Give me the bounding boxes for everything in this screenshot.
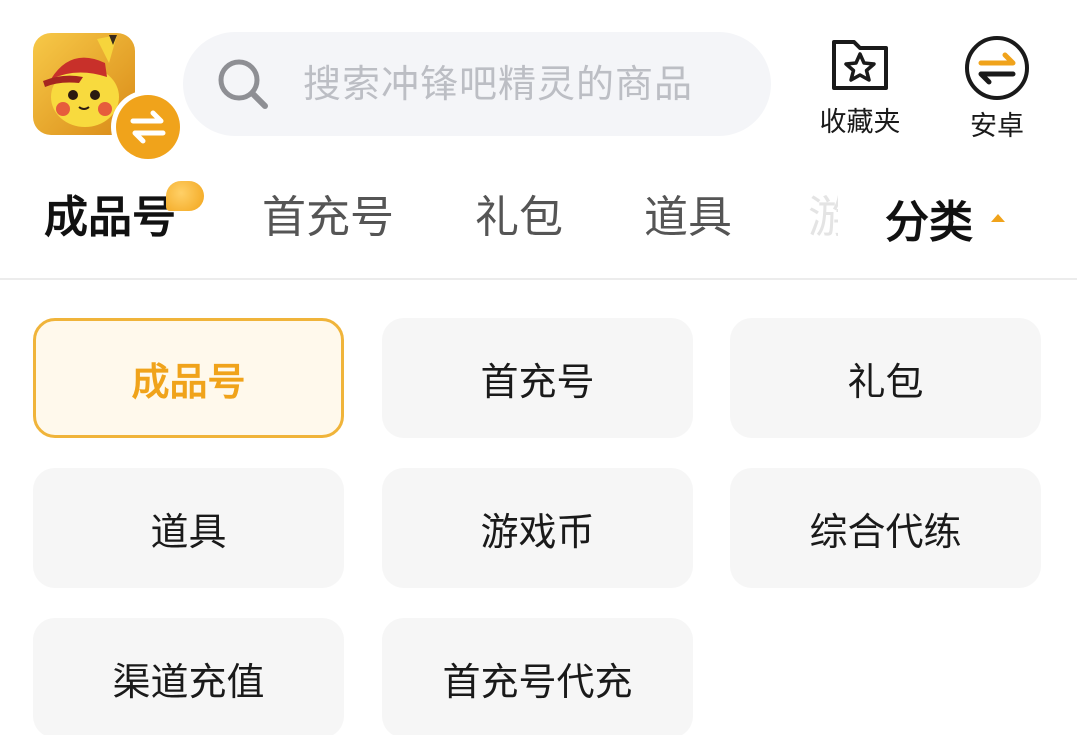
category-option-channel-topup[interactable]: 渠道充值 [33, 618, 344, 735]
tab-items[interactable]: 道具 [644, 188, 732, 248]
category-tabs: 成品号 首充号 礼包 道具 游 分类 [0, 160, 1077, 280]
game-icon[interactable] [33, 33, 185, 164]
search-input[interactable] [303, 54, 743, 114]
category-toggle-button[interactable]: 分类 [885, 188, 1005, 248]
platform-switch-button[interactable]: 安卓 [942, 34, 1052, 142]
tab-first-charge-account[interactable]: 首充号 [262, 188, 394, 248]
category-toggle-label: 分类 [885, 197, 973, 248]
swap-circle-icon [942, 34, 1052, 102]
folder-star-icon [805, 34, 915, 92]
search-bar[interactable] [183, 32, 771, 136]
category-option-boosting[interactable]: 综合代练 [730, 468, 1041, 588]
category-option-gift-pack[interactable]: 礼包 [730, 318, 1041, 438]
tab-finished-account[interactable]: 成品号 [44, 188, 176, 248]
tab-overflow-fade: 游 [808, 192, 838, 243]
category-option-first-charge-account[interactable]: 首充号 [382, 318, 693, 438]
top-header: 收藏夹 安卓 [0, 0, 1077, 164]
category-option-first-charge-proxy[interactable]: 首充号代充 [382, 618, 693, 735]
category-option-finished-account[interactable]: 成品号 [33, 318, 344, 438]
caret-up-icon [991, 214, 1005, 222]
tab-gift-pack[interactable]: 礼包 [475, 188, 563, 248]
search-icon [215, 56, 271, 112]
hot-indicator-dot [166, 181, 204, 211]
category-option-game-coins[interactable]: 游戏币 [382, 468, 693, 588]
swap-badge-icon [109, 88, 187, 166]
platform-label: 安卓 [970, 111, 1024, 142]
favorites-button[interactable]: 收藏夹 [805, 34, 915, 138]
favorites-label: 收藏夹 [819, 107, 901, 138]
category-option-items[interactable]: 道具 [33, 468, 344, 588]
